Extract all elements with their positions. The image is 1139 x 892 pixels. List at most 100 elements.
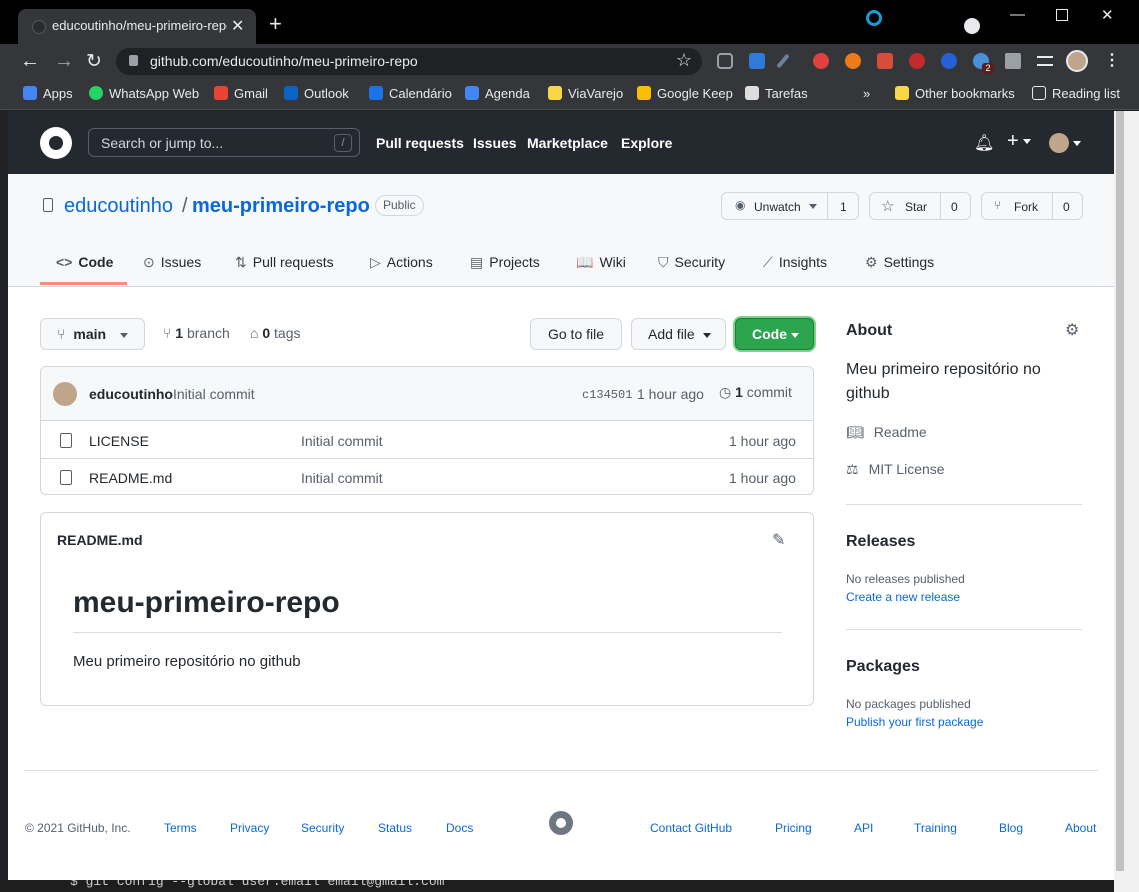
commit-message[interactable]: Initial commit	[173, 386, 255, 402]
tab-actions[interactable]: ▷ Actions	[370, 254, 433, 271]
branch-select-button[interactable]: ⑂ main	[40, 318, 145, 350]
code-button[interactable]: Code	[735, 318, 814, 350]
readme-link[interactable]: 📖︎ Readme	[846, 424, 927, 441]
tab-insights[interactable]: ⟋ Insights	[763, 254, 827, 271]
watch-caret-icon	[809, 204, 817, 209]
bookmark-item[interactable]: Calendário	[369, 86, 452, 101]
notifications-bell-icon[interactable]: 🔔︎	[974, 133, 994, 153]
releases-title[interactable]: Releases	[846, 533, 915, 551]
bookmark-item[interactable]: Apps	[23, 86, 73, 101]
browser-tab[interactable]: educoutinho/meu-primeiro-repo ✕	[18, 9, 256, 44]
file-commit-message[interactable]: Initial commit	[301, 433, 383, 449]
footer-link-security[interactable]: Security	[301, 821, 344, 835]
bookmark-item[interactable]: Gmail	[214, 86, 268, 101]
maximize-window-icon[interactable]	[1056, 9, 1068, 21]
about-settings-gear-icon[interactable]: ⚙	[1065, 320, 1079, 340]
readme-box: README.md ✎ meu-primeiro-repo Meu primei…	[40, 512, 814, 706]
footer-link-blog[interactable]: Blog	[999, 821, 1023, 835]
adblock-plus-icon[interactable]	[909, 53, 925, 69]
tab-projects[interactable]: ▤ Projects	[470, 254, 540, 271]
bookmark-item[interactable]: ViaVarejo	[548, 86, 623, 101]
publish-package-link[interactable]: Publish your first package	[846, 715, 983, 729]
tab-code[interactable]: <> Code	[56, 254, 113, 270]
branches-link[interactable]: ⑂ 1 branch	[163, 325, 230, 341]
tab-wiki[interactable]: 📖 Wiki	[576, 254, 626, 271]
reading-queue-icon[interactable]	[1037, 56, 1053, 66]
profile-menu-icon[interactable]	[964, 18, 980, 34]
bookmark-item[interactable]: WhatsApp Web	[89, 86, 199, 101]
extension-s-icon[interactable]	[749, 53, 765, 69]
address-bar[interactable]: github.com/educoutinho/meu-primeiro-repo…	[116, 48, 702, 75]
github-logo-icon[interactable]	[40, 127, 72, 159]
bookmark-item[interactable]: Google Keep	[637, 86, 733, 101]
extensions-puzzle-icon[interactable]	[1005, 53, 1021, 69]
bookmark-item[interactable]: Outlook	[284, 86, 349, 101]
nav-marketplace[interactable]: Marketplace	[527, 135, 608, 151]
footer-link-about[interactable]: About	[1065, 821, 1096, 835]
more-bookmarks-button[interactable]: »	[863, 86, 870, 101]
star-icon: ☆	[881, 198, 895, 215]
other-bookmarks[interactable]: Other bookmarks	[895, 86, 1015, 101]
author-avatar[interactable]	[53, 382, 77, 406]
nav-explore[interactable]: Explore	[621, 135, 672, 151]
tab-pull-requests[interactable]: ⇅ Pull requests	[235, 254, 334, 271]
back-icon[interactable]: ←	[20, 50, 40, 73]
extension-red-icon[interactable]	[813, 53, 829, 69]
reading-list[interactable]: Reading list	[1032, 86, 1120, 101]
tab-security[interactable]: ⛉ Security	[658, 254, 725, 271]
forward-icon[interactable]: →	[54, 50, 74, 73]
bookmark-star-icon[interactable]: ☆	[676, 50, 692, 71]
nav-pull-requests[interactable]: Pull requests	[376, 135, 464, 151]
fork-button[interactable]: ⑂ Fork 0	[981, 192, 1083, 220]
footer-github-logo-icon[interactable]	[549, 811, 573, 835]
new-tab-button[interactable]: +	[269, 13, 282, 35]
profile-avatar[interactable]	[1066, 50, 1088, 72]
pocket-icon[interactable]	[717, 53, 733, 69]
footer-link-api[interactable]: API	[854, 821, 873, 835]
file-name-link[interactable]: README.md	[89, 470, 172, 486]
footer-link-privacy[interactable]: Privacy	[230, 821, 269, 835]
outlook-icon	[284, 86, 298, 100]
close-tab-icon[interactable]: ✕	[231, 16, 244, 36]
tab-settings[interactable]: ⚙ Settings	[865, 254, 934, 271]
footer-link-training[interactable]: Training	[914, 821, 957, 835]
footer-link-contact[interactable]: Contact GitHub	[650, 821, 732, 835]
scrollbar-thumb[interactable]	[1116, 111, 1124, 871]
repo-name-link[interactable]: meu-primeiro-repo	[192, 195, 370, 218]
packages-title[interactable]: Packages	[846, 658, 920, 676]
browser-menu-icon[interactable]: ⋮	[1104, 50, 1120, 70]
footer-link-status[interactable]: Status	[378, 821, 412, 835]
extension-lighthouse-icon[interactable]	[877, 53, 893, 69]
star-button[interactable]: ☆ Star 0	[869, 192, 971, 220]
extension-check-icon[interactable]	[941, 53, 957, 69]
create-new-plus-icon[interactable]: +	[1007, 130, 1019, 153]
footer-link-terms[interactable]: Terms	[164, 821, 197, 835]
commit-author[interactable]: educoutinho	[89, 386, 173, 402]
add-file-button[interactable]: Add file	[631, 318, 726, 350]
footer-link-pricing[interactable]: Pricing	[775, 821, 812, 835]
close-window-icon[interactable]: ✕	[1101, 6, 1114, 24]
fork-icon: ⑂	[994, 198, 1002, 212]
bookmark-item[interactable]: Agenda	[465, 86, 530, 101]
minimize-window-icon[interactable]: —	[1010, 6, 1025, 23]
license-link[interactable]: ⚖ MIT License	[846, 461, 945, 478]
file-name-link[interactable]: LICENSE	[89, 433, 149, 449]
go-to-file-button[interactable]: Go to file	[530, 318, 622, 350]
extension-orange-icon[interactable]	[845, 53, 861, 69]
nav-issues[interactable]: Issues	[473, 135, 517, 151]
file-commit-message[interactable]: Initial commit	[301, 470, 383, 486]
user-avatar[interactable]	[1049, 133, 1069, 153]
commit-sha[interactable]: c134501	[582, 388, 632, 402]
bookmark-item[interactable]: Tarefas	[745, 86, 808, 101]
create-release-link[interactable]: Create a new release	[846, 590, 960, 604]
repo-owner-link[interactable]: educoutinho	[64, 195, 173, 218]
tags-link[interactable]: ⌂ 0 tags	[250, 325, 301, 341]
footer-link-docs[interactable]: Docs	[446, 821, 473, 835]
edit-pencil-icon[interactable]: ✎	[772, 530, 785, 550]
commit-history-link[interactable]: ◷ 1 commit	[719, 384, 792, 401]
page-scrollbar[interactable]	[1114, 111, 1139, 892]
search-input[interactable]: Search or jump to... /	[88, 128, 360, 157]
watch-button[interactable]: ◉ Unwatch 1	[721, 192, 859, 220]
tab-issues[interactable]: ⊙ Issues	[143, 254, 201, 271]
reload-icon[interactable]: ↻	[86, 50, 102, 73]
